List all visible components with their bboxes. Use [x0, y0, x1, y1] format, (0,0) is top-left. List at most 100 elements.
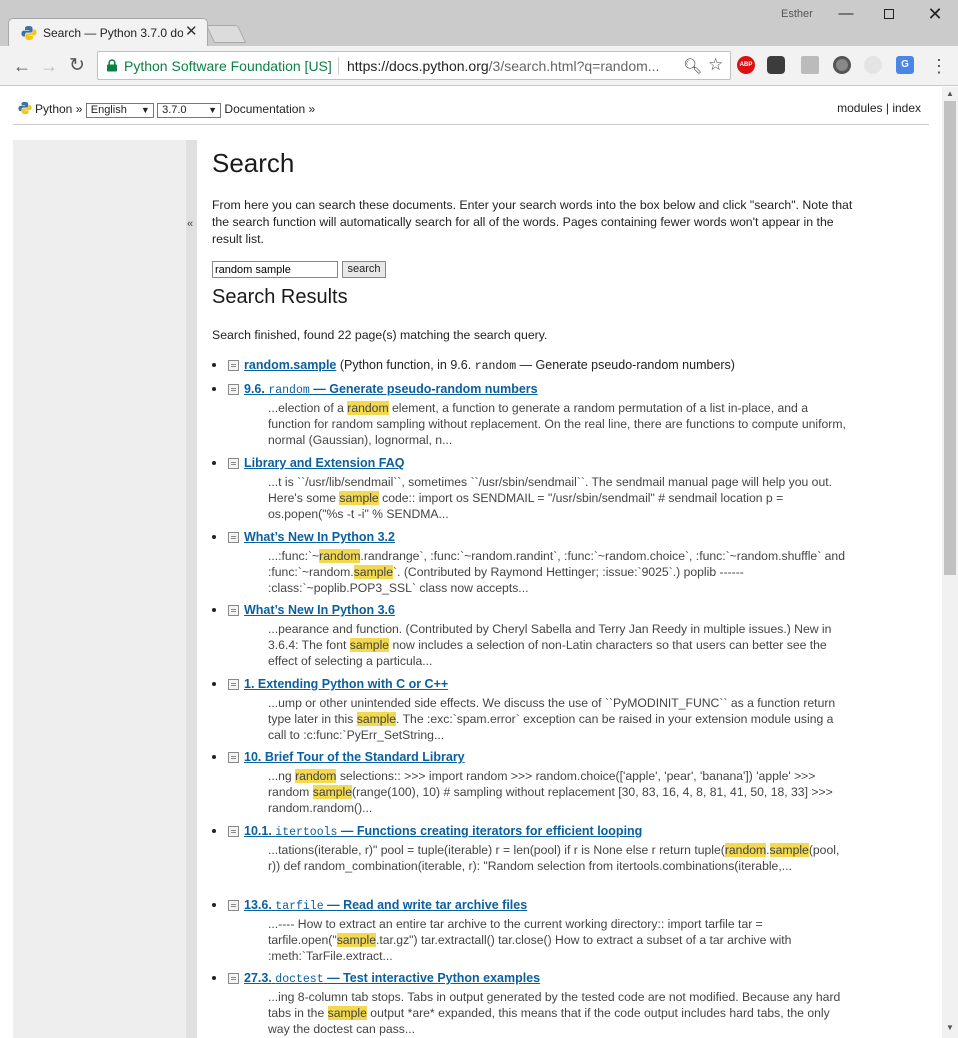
- breadcrumb: Python » English ▼ 3.7.0 ▼ Documentation »: [18, 101, 315, 118]
- result-code: itertools: [275, 826, 338, 839]
- result-code: doctest: [275, 973, 324, 986]
- pdf-extension-icon[interactable]: [801, 56, 819, 74]
- scrollbar-thumb[interactable]: [944, 101, 956, 575]
- zoom-icon[interactable]: 🔍︎: [683, 57, 702, 75]
- result-snippet: ...pearance and function. (Contributed b…: [268, 622, 832, 668]
- address-bar[interactable]: Python Software Foundation [US] https://…: [97, 51, 731, 80]
- search-term-highlight: sample: [327, 1006, 367, 1020]
- omnibox-divider: [338, 57, 339, 75]
- browser-toolbar: ← → ↻ Python Software Foundation [US] ht…: [0, 46, 958, 86]
- breadcrumb-separator: »: [75, 102, 83, 116]
- bullet: [212, 387, 216, 391]
- result-link[interactable]: What’s New In Python 3.2: [244, 530, 395, 544]
- context-suffix: — Generate pseudo-random numbers): [516, 358, 735, 372]
- browser-tab-active[interactable]: Search — Python 3.7.0 do ✕: [8, 18, 208, 46]
- url-text[interactable]: https://docs.python.org/3/search.html?q=…: [347, 58, 659, 74]
- result-number: 13.6.: [244, 898, 272, 912]
- language-select-value: English: [90, 104, 127, 116]
- search-input[interactable]: [212, 261, 338, 278]
- result-title: — Generate pseudo-random numbers: [313, 382, 538, 396]
- forward-arrow-icon[interactable]: →: [37, 54, 61, 78]
- profile-name[interactable]: Esther: [781, 8, 813, 20]
- result-link[interactable]: 10. Brief Tour of the Standard Library: [244, 750, 465, 764]
- extension-face-icon[interactable]: [864, 56, 882, 74]
- index-link[interactable]: index: [892, 101, 921, 115]
- result-link[interactable]: 13.6. tarfile — Read and write tar archi…: [244, 898, 527, 913]
- translate-icon[interactable]: G: [896, 56, 914, 74]
- tab-close-icon[interactable]: ✕: [185, 24, 198, 40]
- document-icon: [228, 826, 239, 837]
- new-tab-button[interactable]: [205, 25, 247, 43]
- breadcrumb-documentation-link[interactable]: Documentation: [224, 102, 305, 116]
- search-term-highlight: random: [724, 843, 767, 857]
- sidebar: [13, 140, 197, 1038]
- context-code: random: [474, 360, 517, 373]
- modules-link[interactable]: modules: [837, 101, 882, 115]
- window-close-icon[interactable]: ✕: [920, 3, 950, 25]
- dropdown-arrow-icon: ▼: [140, 105, 150, 115]
- page-scrollbar[interactable]: ▲ ▼: [942, 87, 958, 1038]
- bullet: [212, 829, 216, 833]
- result-snippet: ...:func:`~random.randrange`, :func:`~ra…: [268, 549, 845, 595]
- bullet: [212, 976, 216, 980]
- sidebar-collapse-button[interactable]: «: [186, 140, 197, 1038]
- document-icon: [228, 679, 239, 690]
- document-icon: [228, 458, 239, 469]
- adblock-icon[interactable]: ABP: [737, 56, 755, 74]
- page-content: Python » English ▼ 3.7.0 ▼ Documentation »…: [0, 87, 942, 1038]
- bullet: [212, 682, 216, 686]
- extension-circle-icon[interactable]: [833, 56, 851, 74]
- links-separator: |: [885, 101, 889, 115]
- url-host: https://docs.python.org: [347, 58, 489, 74]
- breadcrumb-python-link[interactable]: Python: [35, 102, 72, 116]
- document-icon: [228, 973, 239, 984]
- scroll-down-arrow-icon[interactable]: ▼: [946, 1023, 954, 1032]
- search-term-highlight: sample: [769, 843, 809, 857]
- version-select-value: 3.7.0: [162, 104, 187, 116]
- minimize-icon[interactable]: —: [831, 3, 861, 25]
- result-link[interactable]: 9.6. random — Generate pseudo-random num…: [244, 382, 538, 397]
- pocket-icon[interactable]: [767, 56, 785, 74]
- search-term-highlight: sample: [339, 491, 379, 505]
- bullet: [212, 903, 216, 907]
- search-button[interactable]: search: [342, 261, 386, 278]
- browser-titlebar: Search — Python 3.7.0 do ✕ Esther — ✕: [0, 0, 958, 46]
- version-select[interactable]: 3.7.0 ▼: [157, 103, 222, 118]
- result-title: — Read and write tar archive files: [327, 898, 528, 912]
- context-prefix: (Python function, in 9.6.: [339, 358, 475, 372]
- result-snippet: ...tations(iterable, r)" pool = tuple(it…: [268, 843, 840, 873]
- breadcrumb-separator: »: [308, 102, 316, 116]
- result-snippet: ...ump or other unintended side effects.…: [268, 696, 836, 742]
- result-link[interactable]: 10.1. itertools — Functions creating ite…: [244, 824, 642, 839]
- result-snippet: ...ing 8-column tab stops. Tabs in outpu…: [268, 990, 841, 1036]
- result-link[interactable]: random.sample: [244, 358, 336, 372]
- python-favicon-icon: [21, 26, 37, 40]
- bullet: [212, 461, 216, 465]
- reload-icon[interactable]: ↻: [65, 54, 89, 78]
- search-summary: Search finished, found 22 page(s) matchi…: [212, 328, 548, 342]
- python-logo-icon: [18, 101, 32, 115]
- result-link[interactable]: What’s New In Python 3.6: [244, 603, 395, 617]
- search-term-highlight: random: [295, 769, 337, 783]
- search-intro-text: From here you can search these documents…: [212, 198, 853, 246]
- scroll-up-arrow-icon[interactable]: ▲: [946, 89, 954, 98]
- results-heading: Search Results: [212, 286, 348, 308]
- result-snippet: ...election of a random element, a funct…: [268, 401, 846, 447]
- bookmark-star-icon[interactable]: ☆: [708, 55, 723, 75]
- result-title: — Test interactive Python examples: [327, 971, 541, 985]
- maximize-icon[interactable]: [874, 3, 904, 25]
- result-link[interactable]: 1. Extending Python with C or C++: [244, 677, 448, 691]
- site-identity[interactable]: Python Software Foundation [US]: [124, 58, 332, 74]
- result-link[interactable]: 27.3. doctest — Test interactive Python …: [244, 971, 540, 986]
- back-arrow-icon[interactable]: ←: [10, 54, 34, 78]
- search-term-highlight: sample: [312, 785, 353, 799]
- dropdown-arrow-icon: ▼: [208, 105, 218, 115]
- result-line: random.sample (Python function, in 9.6. …: [244, 358, 735, 373]
- search-term-highlight: random: [319, 549, 361, 563]
- document-icon: [228, 360, 239, 371]
- language-select[interactable]: English ▼: [85, 103, 154, 118]
- result-link[interactable]: Library and Extension FAQ: [244, 456, 404, 470]
- related-right-links: modules | index: [837, 101, 921, 115]
- browser-menu-icon[interactable]: ⋮: [930, 54, 948, 78]
- search-term-highlight: sample: [336, 933, 376, 947]
